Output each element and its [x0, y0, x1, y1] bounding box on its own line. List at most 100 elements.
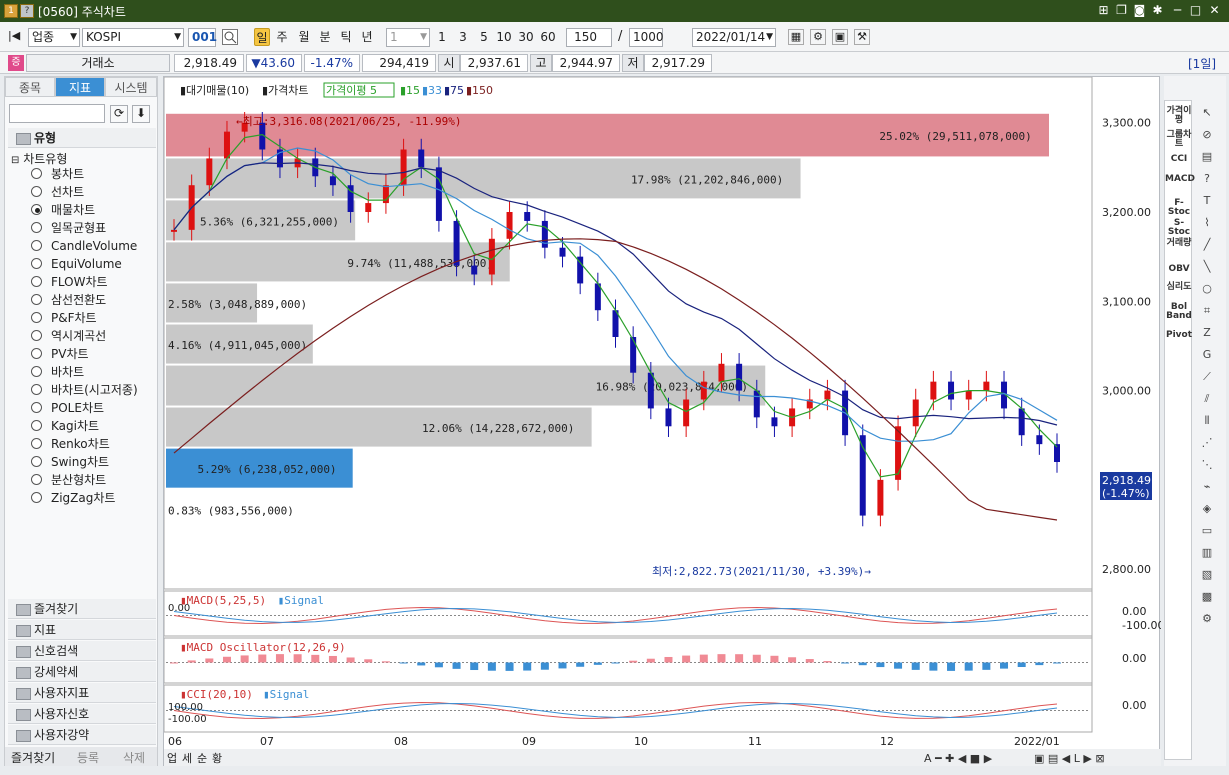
indicator-tool-button[interactable]: 가격이평	[1165, 107, 1193, 125]
chart-type-radio[interactable]: 매물차트	[31, 201, 95, 219]
price-chart-svg[interactable]: ▮대기매물(10) ▮가격차트 가격이평 5 ▮15 ▮33 ▮75 ▮150 25.02% …	[163, 76, 1164, 767]
chart-type-radio[interactable]: EquiVolume	[31, 255, 122, 273]
total-input[interactable]: 1000	[629, 28, 664, 47]
chart-type-radio[interactable]: FLOW차트	[31, 273, 108, 291]
folder-item[interactable]: 즐겨찾기	[8, 599, 156, 619]
hash-icon[interactable]: ⌗	[1192, 304, 1222, 322]
save-icon[interactable]: ▣	[832, 29, 848, 45]
chart-type-radio[interactable]: Swing차트	[31, 453, 109, 471]
search-icon[interactable]	[222, 29, 238, 45]
chart-type-radio[interactable]: 바차트	[31, 363, 84, 381]
link-icon[interactable]: ⊞	[1096, 3, 1111, 18]
folder-item[interactable]: 지표	[8, 620, 156, 640]
folder-item[interactable]: 사용자강약	[8, 725, 156, 745]
tab-items[interactable]: 종목	[5, 77, 55, 97]
window-icon[interactable]: ▭	[1192, 524, 1222, 542]
help-icon[interactable]: ?	[20, 4, 34, 18]
period-day-button[interactable]: 일	[254, 28, 270, 46]
line-icon[interactable]: ╱	[1192, 238, 1222, 256]
minimize-icon[interactable]: ─	[1170, 3, 1185, 18]
favorites-tab[interactable]: 즐겨찾기	[11, 749, 55, 766]
grid-icon[interactable]: ▤	[1192, 150, 1222, 168]
symbol-select[interactable]: KOSPI ▼	[82, 28, 184, 47]
delete-button[interactable]: 삭제	[123, 749, 145, 766]
indicator-tool-button[interactable]: F-Stoc	[1165, 199, 1193, 217]
fib-icon[interactable]: ⦀	[1192, 414, 1222, 432]
folder-item[interactable]: 강세약세	[8, 662, 156, 682]
fan-icon[interactable]: ⟋	[1192, 370, 1222, 388]
chart-type-radio[interactable]: PV차트	[31, 345, 89, 363]
indicator-tool-button[interactable]: MACD	[1165, 175, 1195, 184]
text-icon[interactable]: T	[1192, 194, 1222, 212]
channel-icon[interactable]: ⫽	[1192, 392, 1222, 410]
period-week-button[interactable]: 주	[274, 28, 290, 46]
chart-type-radio[interactable]: 삼선전환도	[31, 291, 106, 309]
wave-icon[interactable]: ⋱	[1192, 458, 1222, 476]
copy-icon[interactable]: ❐	[1114, 3, 1129, 18]
chart-type-radio[interactable]: 일목균형표	[31, 219, 106, 237]
camera-icon[interactable]: ◙	[1132, 3, 1147, 18]
interval-select[interactable]: 1 ▼	[386, 28, 430, 47]
chart-icon[interactable]: ▦	[788, 29, 804, 45]
chart-type-radio[interactable]: 선차트	[31, 183, 84, 201]
interval-1-button[interactable]: 1	[434, 28, 450, 46]
cycle-icon[interactable]: ⌁	[1192, 480, 1222, 498]
circle-icon[interactable]: ○	[1192, 282, 1222, 300]
interval-60-button[interactable]: 60	[538, 28, 558, 46]
count-stepper[interactable]: 150	[566, 28, 612, 47]
help-icon[interactable]: ?	[1192, 172, 1222, 190]
arc-icon[interactable]: ⋰	[1192, 436, 1222, 454]
chart-type-radio[interactable]: CandleVolume	[31, 237, 137, 255]
layers-icon[interactable]: ▥	[1192, 546, 1222, 564]
chart-type-radio[interactable]: P&F차트	[31, 309, 97, 327]
gann-icon[interactable]: G	[1192, 348, 1222, 366]
close-icon[interactable]: ✕	[1207, 3, 1222, 18]
folder-item[interactable]: 사용자지표	[8, 683, 156, 703]
indicator-tool-button[interactable]: 거래량	[1165, 239, 1193, 248]
section-type[interactable]: 유형	[8, 128, 156, 148]
indicator-tool-button[interactable]: Bol Band	[1165, 303, 1193, 321]
chart-type-radio[interactable]: 바차트(시고저종)	[31, 381, 138, 399]
chart-type-radio[interactable]: Kagi차트	[31, 417, 99, 435]
export-icon[interactable]: ▩	[1192, 590, 1222, 608]
folder-item[interactable]: 사용자신호	[8, 704, 156, 724]
auto-icon[interactable]: ◈	[1192, 502, 1222, 520]
period-tick-button[interactable]: 틱	[338, 28, 354, 46]
indicator-tool-button[interactable]: 심리도	[1165, 283, 1193, 292]
indicator-tool-button[interactable]: CCI	[1165, 155, 1193, 164]
period-minute-button[interactable]: 분	[317, 28, 333, 46]
indicator-tool-button[interactable]: Pivot	[1165, 331, 1193, 340]
indicator-tool-button[interactable]: 그룹차트	[1165, 131, 1193, 149]
chart-type-radio[interactable]: POLE차트	[31, 399, 104, 417]
indicator-tool-button[interactable]: S-Stoc	[1165, 219, 1193, 237]
indicator-tool-button[interactable]: OBV	[1165, 265, 1193, 274]
cursor-icon[interactable]: ↖	[1192, 106, 1222, 124]
print-icon[interactable]: ▧	[1192, 568, 1222, 586]
interval-30-button[interactable]: 30	[516, 28, 536, 46]
eraser-icon[interactable]: ⊘	[1192, 128, 1222, 146]
date-picker[interactable]: 2022/01/14 ▼	[692, 28, 776, 47]
tab-indicators[interactable]: 지표	[55, 77, 105, 97]
gear-icon[interactable]: ⚙	[810, 29, 826, 45]
folder-item[interactable]: 신호검색	[8, 641, 156, 661]
interval-3-button[interactable]: 3	[455, 28, 471, 46]
zigzag-icon[interactable]: Z	[1192, 326, 1222, 344]
chart-type-radio[interactable]: 분산형차트	[31, 471, 106, 489]
refresh-icon[interactable]: ⟳	[110, 105, 128, 123]
prev-icon[interactable]: |◀	[8, 29, 24, 45]
trend-icon[interactable]: ╲	[1192, 260, 1222, 278]
interval-10-button[interactable]: 10	[494, 28, 514, 46]
tools-icon[interactable]: ⚒	[854, 29, 870, 45]
chart-type-radio[interactable]: 봉차트	[31, 165, 84, 183]
chart-type-radio[interactable]: Renko차트	[31, 435, 110, 453]
tab-system[interactable]: 시스템	[105, 77, 157, 97]
indicator-search-input[interactable]	[9, 104, 105, 123]
category-select[interactable]: 업종 ▼	[28, 28, 80, 47]
period-year-button[interactable]: 년	[359, 28, 375, 46]
interval-5-button[interactable]: 5	[476, 28, 492, 46]
window-number-icon[interactable]: 1	[4, 4, 18, 18]
maximize-icon[interactable]: □	[1188, 3, 1203, 18]
code-input[interactable]: 001	[188, 28, 217, 47]
wrench-icon[interactable]: ⚙	[1192, 612, 1222, 630]
chart-type-radio[interactable]: 역시계곡선	[31, 327, 106, 345]
